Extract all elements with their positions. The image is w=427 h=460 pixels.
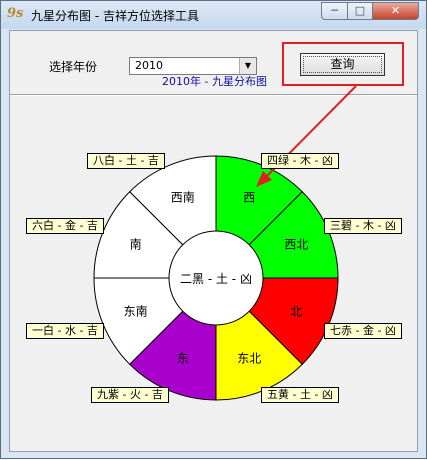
tag-qichi: 七赤 - 金 - 凶 xyxy=(324,323,402,339)
app-window: 9s 九星分布图 - 吉祥方位选择工具 ─ □ ✕ 选择年份 2010 ▼ 查询… xyxy=(0,0,427,459)
sector-label-8: 西南 xyxy=(171,190,195,205)
annotation-arrow-line xyxy=(257,85,357,186)
tag-wuhuang: 五黄 - 土 - 凶 xyxy=(261,387,339,403)
sector-label-6: 东南 xyxy=(124,303,148,318)
tag-yibai: 一白 - 水 - 吉 xyxy=(26,323,104,339)
sector-label-7: 南 xyxy=(130,237,142,252)
sector-label-2: 西北 xyxy=(284,238,308,252)
tag-sanbi: 三碧 - 木 - 凶 xyxy=(324,218,402,234)
center-label: 二黑 - 土 - 凶 xyxy=(180,272,252,286)
sector-label-5: 东 xyxy=(177,351,189,365)
sector-label-3: 北 xyxy=(290,304,302,318)
tag-jiuzi: 九紫 - 火 - 吉 xyxy=(91,387,169,403)
sector-label-4: 东北 xyxy=(237,351,261,365)
sector-label-1: 西 xyxy=(243,191,255,205)
tag-sihu: 四绿 - 木 - 凶 xyxy=(261,153,339,169)
tag-bazhi: 八白 - 土 - 吉 xyxy=(87,153,165,169)
tag-liubai: 六白 - 金 - 吉 xyxy=(26,218,104,234)
